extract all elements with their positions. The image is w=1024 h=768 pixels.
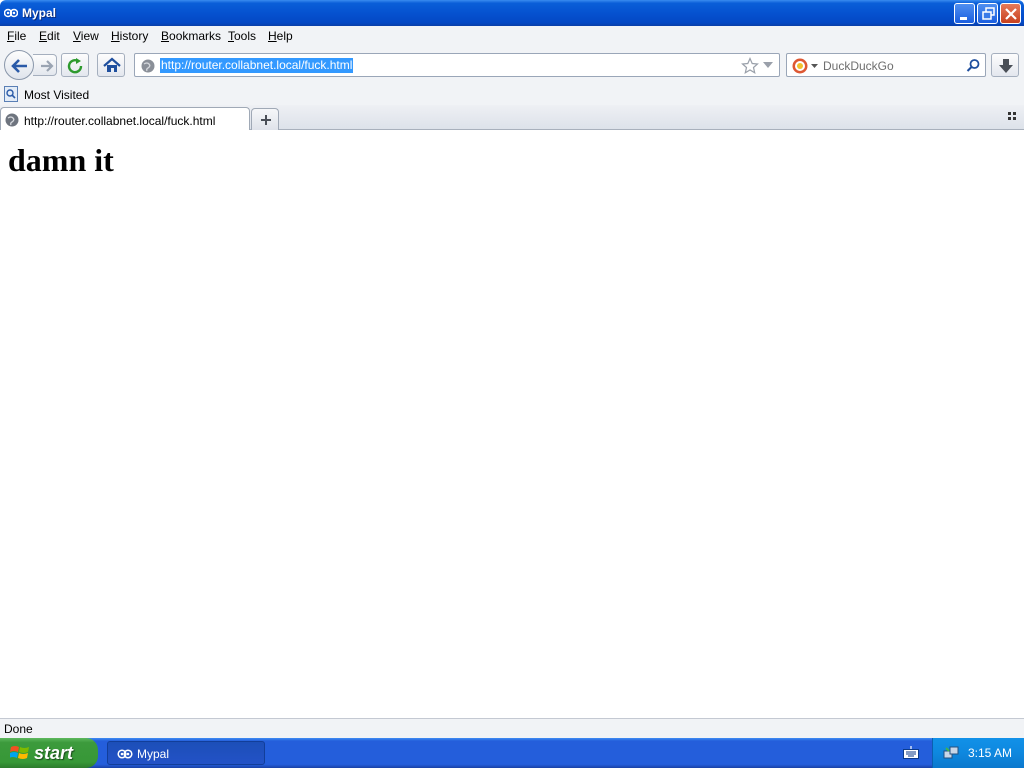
minimize-icon xyxy=(960,17,967,20)
url-dropdown-icon[interactable] xyxy=(763,62,773,70)
page-heading: damn it xyxy=(8,142,114,178)
restore-button[interactable] xyxy=(977,3,998,24)
url-text[interactable]: http://router.collabnet.local/fuck.html xyxy=(160,58,354,73)
network-icon[interactable] xyxy=(943,745,959,761)
title-bar: Mypal xyxy=(0,0,1024,26)
globe-icon xyxy=(5,113,19,127)
menu-view[interactable]: View xyxy=(73,29,99,43)
menu-tools[interactable]: Tools xyxy=(228,29,256,43)
minimize-button[interactable] xyxy=(954,3,975,24)
navigation-toolbar: http://router.collabnet.local/fuck.html … xyxy=(0,46,1024,84)
menu-file[interactable]: File xyxy=(7,29,26,43)
mypal-app-icon xyxy=(4,8,18,18)
most-visited-icon xyxy=(4,86,18,102)
new-tab-button[interactable] xyxy=(251,108,279,130)
tab-strip: http://router.collabnet.local/fuck.html xyxy=(0,105,1024,131)
search-bar[interactable]: DuckDuckGo xyxy=(786,53,986,77)
page-content: damn it xyxy=(0,130,1024,718)
url-bar[interactable]: http://router.collabnet.local/fuck.html xyxy=(134,53,780,77)
reload-button[interactable] xyxy=(61,53,89,77)
system-tray: 3:15 AM xyxy=(932,738,1024,768)
window-title: Mypal xyxy=(22,6,57,20)
reload-icon xyxy=(67,58,83,74)
menu-bookmarks[interactable]: Bookmarks xyxy=(161,29,221,43)
forward-button[interactable] xyxy=(33,54,57,76)
tab-label: http://router.collabnet.local/fuck.html xyxy=(24,114,216,128)
home-button[interactable] xyxy=(97,53,125,77)
bookmark-star-icon[interactable] xyxy=(741,57,759,75)
menu-history[interactable]: History xyxy=(111,29,148,43)
menu-help[interactable]: Help xyxy=(268,29,293,43)
search-icon[interactable] xyxy=(965,58,981,74)
close-icon xyxy=(1005,8,1017,20)
mypal-app-icon xyxy=(117,749,133,759)
most-visited-link[interactable]: Most Visited xyxy=(24,88,89,102)
back-arrow-icon xyxy=(11,59,27,73)
downloads-button[interactable] xyxy=(991,53,1019,77)
search-placeholder[interactable]: DuckDuckGo xyxy=(823,59,894,73)
download-arrow-icon xyxy=(999,59,1013,73)
close-button[interactable] xyxy=(1000,3,1021,24)
status-bar: Done xyxy=(0,718,1024,738)
start-button[interactable]: start xyxy=(0,738,98,768)
start-label: start xyxy=(34,743,74,763)
clock: 3:15 AM xyxy=(968,746,1013,760)
duckduckgo-icon[interactable] xyxy=(792,58,808,74)
taskbar: start Mypal 3:15 AM xyxy=(0,738,1024,768)
plus-icon xyxy=(261,115,271,125)
taskbar-item-label: Mypal xyxy=(137,747,170,761)
tab-active[interactable]: http://router.collabnet.local/fuck.html xyxy=(0,107,250,131)
taskbar-item-mypal[interactable]: Mypal xyxy=(107,741,265,765)
menu-bar: File Edit View History Bookmarks Tools H… xyxy=(0,26,1024,46)
engine-dropdown-icon[interactable] xyxy=(811,64,818,69)
status-text: Done xyxy=(4,722,33,736)
restore-icon xyxy=(982,7,995,20)
bookmarks-toolbar: Most Visited xyxy=(0,84,1024,105)
keyboard-icon[interactable] xyxy=(903,746,919,760)
home-icon xyxy=(103,57,121,72)
globe-icon xyxy=(141,59,155,73)
forward-arrow-icon xyxy=(41,60,54,72)
tab-list-icon[interactable] xyxy=(1008,111,1018,121)
windows-logo-icon xyxy=(10,746,29,759)
back-button[interactable] xyxy=(4,50,34,80)
menu-edit[interactable]: Edit xyxy=(39,29,60,43)
